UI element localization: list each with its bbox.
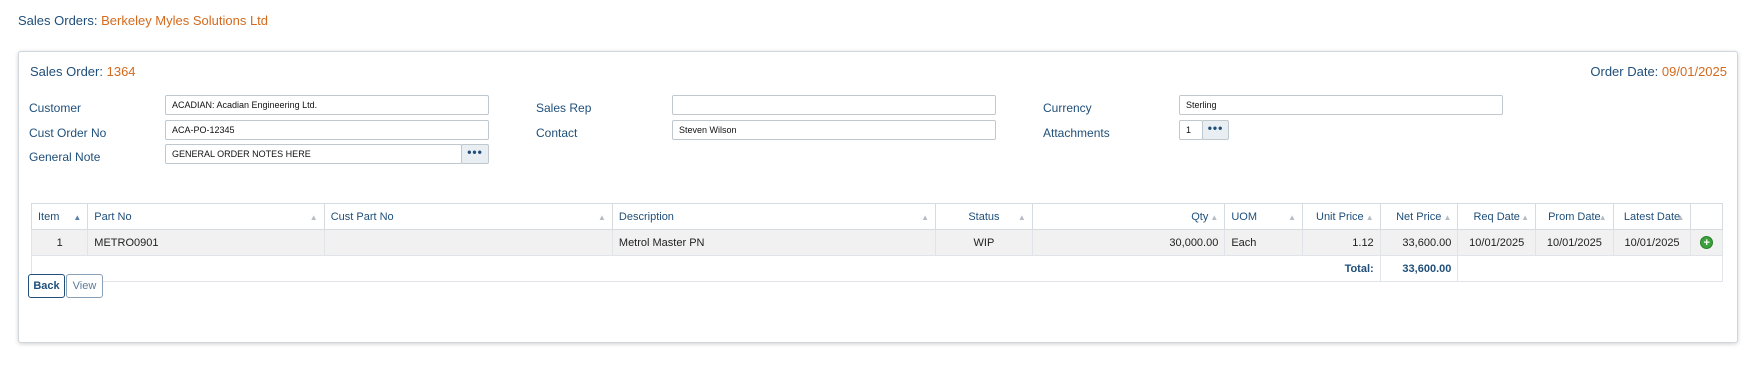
page-title: Sales Orders: Berkeley Myles Solutions L… xyxy=(18,13,268,28)
col-header-item[interactable]: Item ▲ xyxy=(30,203,89,230)
sales-order-number: 1364 xyxy=(106,64,136,79)
plus-circle-icon[interactable]: + xyxy=(1700,236,1714,249)
back-button[interactable]: Back xyxy=(28,274,65,298)
sort-icon: ▲ xyxy=(1443,213,1452,222)
sales-rep-label: Sales Rep xyxy=(536,101,592,115)
currency-label: Currency xyxy=(1043,101,1092,115)
order-date: Order Date: 09/01/2025 xyxy=(1590,64,1727,79)
col-header-cust-part-no-label: Cust Part No xyxy=(330,210,394,223)
col-header-cust-part-no[interactable]: Cust Part No ▲ xyxy=(323,203,613,230)
attachments-more-button[interactable]: ••• xyxy=(1202,120,1229,140)
col-header-unit-price-label: Unit Price xyxy=(1316,210,1364,223)
contact-label: Contact xyxy=(536,126,578,140)
col-header-uom-label: UOM xyxy=(1231,210,1258,223)
sort-icon: ▲ xyxy=(921,213,930,222)
col-header-net-price-label: Net Price xyxy=(1396,210,1442,223)
table-row[interactable]: 1 METRO0901 Metrol Master PN WIP 30,000.… xyxy=(30,229,1723,256)
cell-actions: + xyxy=(1690,229,1723,256)
col-header-latest-date-label: Latest Date xyxy=(1623,210,1681,223)
sales-order-title: Sales Order: 1364 xyxy=(30,64,136,79)
totals-filler xyxy=(1457,255,1723,282)
col-header-status-label: Status xyxy=(968,210,1000,223)
cust-order-no-field[interactable]: ACA-PO-12345 xyxy=(165,120,489,140)
cell-net-price: 33,600.00 xyxy=(1379,229,1459,256)
col-header-unit-price[interactable]: Unit Price ▲ xyxy=(1302,203,1381,230)
totals-row: Total: 33,600.00 xyxy=(31,255,1723,282)
general-note-more-button[interactable]: ••• xyxy=(461,144,489,164)
contact-field[interactable]: Steven Wilson xyxy=(672,120,996,140)
cell-req-date: 10/01/2025 xyxy=(1457,229,1537,256)
customer-label: Customer xyxy=(29,101,82,115)
col-header-req-date[interactable]: Req Date ▲ xyxy=(1457,203,1537,230)
cust-order-no-label: Cust Order No xyxy=(29,126,107,140)
page-title-prefix: Sales Orders: xyxy=(18,13,98,28)
col-header-part-no-label: Part No xyxy=(94,210,132,223)
col-header-description[interactable]: Description ▲ xyxy=(611,203,937,230)
sort-asc-icon: ▲ xyxy=(73,213,82,222)
col-header-part-no[interactable]: Part No ▲︎ xyxy=(87,203,325,230)
attachments-count-field[interactable]: 1 xyxy=(1179,120,1203,140)
cell-qty: 30,000.00 xyxy=(1031,229,1226,256)
col-header-net-price[interactable]: Net Price ▲ xyxy=(1379,203,1459,230)
sort-icon: ▲ xyxy=(1521,213,1530,222)
col-header-uom[interactable]: UOM ▲ xyxy=(1224,203,1304,230)
sort-icon: ▲ xyxy=(1017,213,1026,222)
general-note-field[interactable]: GENERAL ORDER NOTES HERE xyxy=(165,144,462,164)
cell-item: 1 xyxy=(30,229,89,256)
cell-unit-price: 1.12 xyxy=(1302,229,1381,256)
col-header-prom-date[interactable]: Prom Date ▲ xyxy=(1535,203,1614,230)
order-lines-table: Item ▲ Part No ▲︎ Cust Part No ▲ Descriptio… xyxy=(30,203,1723,282)
total-value: 33,600.00 xyxy=(1379,255,1459,282)
col-header-prom-date-label: Prom Date xyxy=(1548,210,1601,223)
currency-field[interactable]: Sterling xyxy=(1179,95,1503,115)
col-header-qty[interactable]: Qty ▲ xyxy=(1031,203,1226,230)
col-header-latest-date[interactable]: Latest Date ▲ xyxy=(1612,203,1692,230)
sort-icon: ▲ xyxy=(1365,213,1374,222)
cell-prom-date: 10/01/2025 xyxy=(1535,229,1614,256)
cell-cust-part-no xyxy=(323,229,613,256)
col-header-description-label: Description xyxy=(618,210,674,223)
attachments-label: Attachments xyxy=(1043,126,1110,140)
sort-icon: ▲ xyxy=(597,213,606,222)
sort-icon: ▲ xyxy=(1210,213,1219,222)
customer-field[interactable]: ACADIAN: Acadian Engineering Ltd. xyxy=(165,95,489,115)
cell-uom: Each xyxy=(1224,229,1304,256)
total-label: Total: xyxy=(31,255,1381,282)
general-note-label: General Note xyxy=(29,150,101,164)
company-name: Berkeley Myles Solutions Ltd xyxy=(101,13,269,28)
col-header-qty-label: Qty xyxy=(1191,210,1209,223)
sort-icon: ▲︎ xyxy=(309,213,318,222)
cell-status: WIP xyxy=(935,229,1033,256)
cell-description: Metrol Master PN xyxy=(611,229,937,256)
sales-order-label: Sales Order: xyxy=(30,64,103,79)
sort-icon: ▲ xyxy=(1676,213,1685,222)
sort-icon: ▲ xyxy=(1288,213,1297,222)
col-header-item-label: Item xyxy=(38,210,60,223)
col-header-actions xyxy=(1690,203,1723,230)
table-header-row: Item ▲ Part No ▲︎ Cust Part No ▲ Descriptio… xyxy=(30,203,1723,230)
sales-order-panel: Sales Order: 1364 Order Date: 09/01/2025… xyxy=(18,51,1738,343)
cell-latest-date: 10/01/2025 xyxy=(1612,229,1692,256)
col-header-req-date-label: Req Date xyxy=(1473,210,1520,223)
order-date-label: Order Date: xyxy=(1590,64,1659,79)
order-date-value: 09/01/2025 xyxy=(1661,64,1727,79)
cell-part-no: METRO0901 xyxy=(87,229,325,256)
sort-icon: ▲ xyxy=(1598,213,1607,222)
col-header-status[interactable]: Status ▲ xyxy=(935,203,1033,230)
sales-rep-field[interactable] xyxy=(672,95,996,115)
view-button[interactable]: View xyxy=(66,274,103,298)
